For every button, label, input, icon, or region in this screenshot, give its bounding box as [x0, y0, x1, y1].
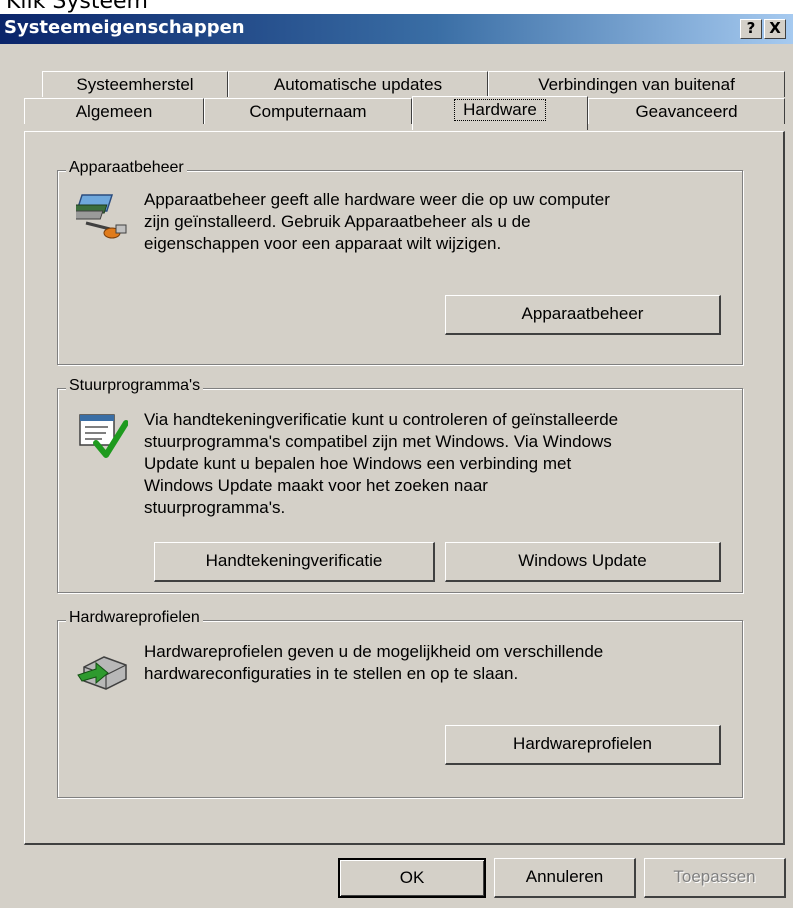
drivers-text-2: stuurprogramma's compatibel zijn met Win… [144, 432, 612, 451]
tab-automatische-updates[interactable]: Automatische updates [228, 71, 488, 97]
button-label: Apparaatbeheer [521, 304, 644, 323]
tab-hardware[interactable]: Hardware [412, 96, 588, 130]
drivers-group: Stuurprogramma's Via handtekeningverific… [57, 377, 743, 593]
button-label: OK [399, 868, 425, 887]
tab-label: Systeemherstel [76, 75, 194, 94]
tab-label: Computernaam [249, 102, 367, 121]
tab-label: Algemeen [75, 102, 153, 121]
button-label: Toepassen [673, 867, 756, 886]
device-manager-text-3: eigenschappen voor een apparaat wilt wij… [144, 234, 502, 253]
device-manager-group: Apparaatbeheer Apparaatbeheer geeft alle… [57, 159, 743, 365]
driver-signing-button[interactable]: Handtekeningverificatie [154, 542, 435, 582]
device-manager-icon [76, 194, 127, 239]
group-legend: Apparaatbeheer [66, 159, 187, 177]
tab-algemeen[interactable]: Algemeen [24, 98, 204, 124]
tab-computernaam[interactable]: Computernaam [204, 98, 412, 124]
title-bar[interactable]: Systeemeigenschappen ? X [0, 14, 793, 44]
hardware-profiles-button[interactable]: Hardwareprofielen [445, 725, 721, 765]
drivers-text-3: Update kunt u bepalen hoe Windows een ve… [144, 454, 572, 473]
drivers-text-5: stuurprogramma's. [144, 498, 286, 517]
driver-signing-icon [79, 414, 128, 458]
close-icon: X [769, 19, 781, 37]
tab-label: Automatische updates [273, 75, 443, 94]
tab-systeemherstel[interactable]: Systeemherstel [42, 71, 228, 97]
group-legend: Hardwareprofielen [66, 609, 203, 627]
hardware-profiles-text-2: hardwareconfiguraties in te stellen en o… [144, 664, 519, 683]
button-label: Annuleren [525, 867, 604, 886]
device-manager-button[interactable]: Apparaatbeheer [445, 295, 721, 335]
button-label: Hardwareprofielen [513, 734, 652, 753]
hardware-profiles-icon [77, 656, 127, 690]
tab-label: Verbindingen van buitenaf [538, 75, 735, 94]
system-properties-dialog: Systeemeigenschappen ? X Systeemherstel … [0, 14, 793, 908]
device-manager-text-1: Apparaatbeheer geeft alle hardware weer … [144, 190, 610, 209]
cancel-button[interactable]: Annuleren [494, 858, 636, 898]
device-manager-text-2: zijn geïnstalleerd. Gebruik Apparaatbehe… [144, 212, 531, 231]
drivers-text-4: Windows Update maakt voor het zoeken naa… [144, 476, 488, 495]
apply-button[interactable]: Toepassen [644, 858, 786, 898]
close-button[interactable]: X [764, 19, 786, 39]
group-legend: Stuurprogramma's [66, 377, 204, 395]
hardware-tab-panel: Apparaatbeheer Apparaatbeheer geeft alle… [24, 131, 785, 845]
tab-label: Hardware [454, 99, 546, 121]
windows-update-button[interactable]: Windows Update [445, 542, 721, 582]
tab-geavanceerd[interactable]: Geavanceerd [588, 98, 785, 124]
help-icon: ? [746, 19, 756, 37]
hardware-profiles-text-1: Hardwareprofielen geven u de mogelijkhei… [144, 642, 604, 661]
hardware-profiles-group: Hardwareprofielen Hardwareprofielen geve… [57, 609, 743, 798]
button-label: Windows Update [518, 551, 647, 570]
tab-verbindingen-van-buitenaf[interactable]: Verbindingen van buitenaf [488, 71, 785, 97]
drivers-text-1: Via handtekeningverificatie kunt u contr… [144, 410, 619, 429]
ok-button[interactable]: OK [338, 858, 486, 898]
window-title: Systeemeigenschappen [4, 17, 245, 38]
caption-fragment-text: Klik Systeem [6, 0, 148, 14]
button-label: Handtekeningverificatie [205, 551, 383, 570]
help-button[interactable]: ? [740, 19, 762, 39]
tab-label: Geavanceerd [635, 102, 738, 121]
